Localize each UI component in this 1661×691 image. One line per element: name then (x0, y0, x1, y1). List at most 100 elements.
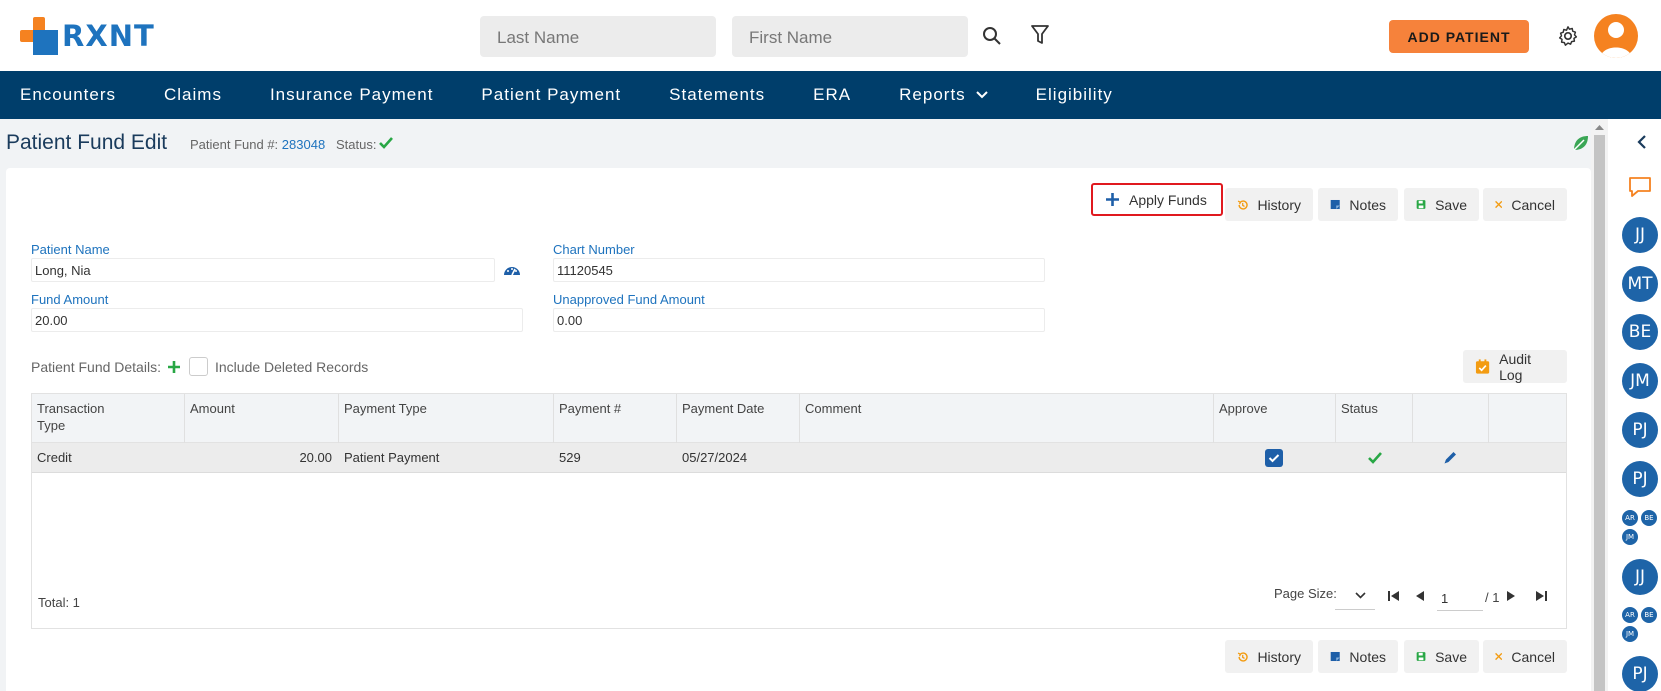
chart-number-field[interactable]: 11120545 (553, 258, 1045, 282)
nav-patient-payment[interactable]: Patient Payment (481, 85, 621, 105)
col-status[interactable]: Status (1341, 400, 1378, 417)
approve-checkbox[interactable] (1265, 449, 1283, 467)
rxnt-logo-text: RXNT (62, 19, 155, 53)
chat-group-member[interactable]: AR (1622, 510, 1638, 526)
main-nav: Encounters Claims Insurance Payment Pati… (0, 71, 1661, 119)
filter-icon[interactable] (1026, 21, 1054, 49)
include-deleted-checkbox[interactable] (189, 357, 208, 376)
first-name-search-input[interactable]: First Name (732, 16, 968, 57)
chevron-left-icon[interactable] (1637, 135, 1647, 149)
gear-icon[interactable] (1554, 22, 1582, 50)
table-row[interactable]: Credit 20.00 Patient Payment 529 05/27/2… (32, 443, 1566, 473)
save-icon (1416, 652, 1426, 661)
chat-user-bubble[interactable]: BE (1622, 314, 1658, 350)
notes-icon (1330, 199, 1340, 210)
search-icon[interactable] (978, 22, 1006, 50)
chat-user-bubble[interactable]: JJ (1622, 217, 1658, 253)
grid-header-row: Transaction Type Amount Payment Type Paym… (32, 394, 1566, 473)
chat-icon[interactable] (1628, 176, 1652, 198)
patient-name-label: Patient Name (31, 242, 110, 257)
user-avatar[interactable] (1594, 14, 1638, 58)
col-transaction-type[interactable]: Transaction Type (37, 400, 104, 434)
dashboard-gauge-icon[interactable] (503, 263, 521, 277)
close-icon (1495, 200, 1503, 209)
page-number-input[interactable]: 1 (1437, 587, 1483, 611)
close-icon (1495, 652, 1503, 661)
history-icon (1237, 651, 1248, 662)
chat-user-bubble[interactable]: MT (1622, 266, 1658, 302)
cell-payment-date: 05/27/2024 (682, 450, 748, 465)
nav-reports[interactable]: Reports (899, 85, 988, 105)
cancel-button[interactable]: Cancel (1483, 188, 1567, 221)
chat-user-bubble[interactable]: JJ (1622, 559, 1658, 595)
save-button-bottom[interactable]: Save (1404, 640, 1479, 673)
chevron-down-icon (1355, 592, 1366, 599)
rxnt-logo[interactable]: RXNT (20, 17, 155, 55)
patient-fund-details-label: Patient Fund Details: (31, 359, 161, 375)
chat-user-bubble[interactable]: JM (1622, 363, 1658, 399)
page-total: / 1 (1485, 590, 1500, 605)
chat-group-member[interactable]: BE (1641, 510, 1657, 526)
chat-user-bubble[interactable]: PJ (1622, 656, 1658, 691)
status-approved-check-icon (1368, 452, 1382, 464)
history-icon (1237, 199, 1248, 210)
cell-amount: 20.00 (299, 450, 332, 465)
col-amount[interactable]: Amount (190, 400, 235, 417)
page-title: Patient Fund Edit (6, 131, 168, 154)
edit-pencil-icon[interactable] (1443, 450, 1458, 465)
page-size-label: Page Size: (1274, 586, 1337, 601)
previous-page-icon[interactable] (1415, 590, 1425, 602)
chat-group-member[interactable]: JM (1622, 529, 1638, 545)
cell-transaction-type: Credit (37, 450, 72, 465)
scroll-up-arrow-icon[interactable] (1594, 123, 1605, 131)
unapproved-fund-amount-field: 0.00 (553, 308, 1045, 332)
chat-user-bubble[interactable]: PJ (1622, 412, 1658, 448)
add-detail-plus-icon[interactable] (167, 360, 181, 374)
apply-funds-button[interactable]: Apply Funds (1091, 183, 1223, 216)
col-payment-type[interactable]: Payment Type (344, 400, 427, 417)
chat-group-member[interactable]: AR (1622, 607, 1638, 623)
nav-encounters[interactable]: Encounters (20, 85, 116, 105)
col-payment-date[interactable]: Payment Date (682, 400, 764, 417)
first-page-icon[interactable] (1387, 590, 1400, 602)
scrollbar-thumb[interactable] (1594, 135, 1605, 691)
audit-log-button[interactable]: Audit Log (1463, 350, 1567, 383)
last-name-search-input[interactable]: Last Name (480, 16, 716, 57)
page-size-select[interactable] (1335, 586, 1375, 610)
col-payment-number[interactable]: Payment # (559, 400, 621, 417)
last-page-icon[interactable] (1535, 590, 1548, 602)
notes-button-bottom[interactable]: Notes (1318, 640, 1398, 673)
nav-statements[interactable]: Statements (669, 85, 765, 105)
col-approve[interactable]: Approve (1219, 400, 1267, 417)
nav-insurance-payment[interactable]: Insurance Payment (270, 85, 433, 105)
history-button[interactable]: History (1225, 188, 1313, 221)
nav-eligibility[interactable]: Eligibility (1036, 85, 1113, 105)
fund-amount-label: Fund Amount (31, 292, 109, 307)
fund-amount-field[interactable]: 20.00 (31, 308, 523, 332)
cancel-button-bottom[interactable]: Cancel (1483, 640, 1567, 673)
chat-user-bubble[interactable]: PJ (1622, 461, 1658, 497)
checkmark-icon (1268, 454, 1280, 463)
unapproved-fund-amount-label: Unapproved Fund Amount (553, 292, 705, 307)
chat-group-member[interactable]: JM (1622, 626, 1638, 642)
save-button[interactable]: Save (1404, 188, 1479, 221)
include-deleted-label: Include Deleted Records (215, 359, 369, 375)
plus-icon (1106, 193, 1119, 206)
cell-payment-number: 529 (559, 450, 581, 465)
next-page-icon[interactable] (1506, 590, 1516, 602)
notes-button[interactable]: Notes (1318, 188, 1398, 221)
leaf-icon (1573, 136, 1588, 151)
history-button-bottom[interactable]: History (1225, 640, 1313, 673)
patient-name-field[interactable]: Long, Nia (31, 258, 495, 282)
nav-era[interactable]: ERA (813, 85, 851, 105)
patient-fund-grid: Transaction Type Amount Payment Type Paym… (31, 393, 1567, 629)
chart-number-label: Chart Number (553, 242, 635, 257)
nav-claims[interactable]: Claims (164, 85, 222, 105)
add-patient-button[interactable]: ADD PATIENT (1389, 20, 1529, 53)
col-comment[interactable]: Comment (805, 400, 861, 417)
grid-total: Total: 1 (38, 595, 80, 610)
cell-payment-type: Patient Payment (344, 450, 440, 465)
chat-group-member[interactable]: BE (1641, 607, 1657, 623)
fund-number-link[interactable]: 283048 (282, 137, 325, 152)
status-label: Status: (336, 137, 377, 152)
